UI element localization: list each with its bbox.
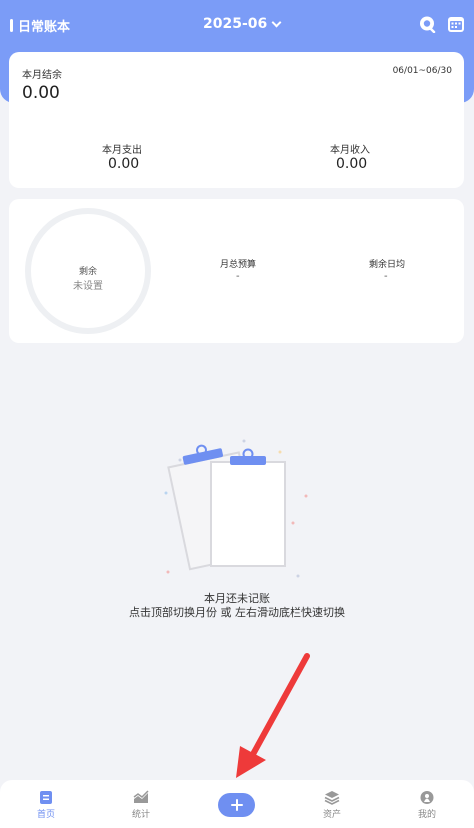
empty-clipboard-illustration (164, 439, 308, 578)
tab-stats-label: 统计 (131, 810, 150, 820)
total-budget-label: 月总预算 (220, 260, 257, 270)
date-range: 06/01~06/30 (392, 66, 452, 76)
book-name: 日常账本 (18, 20, 71, 35)
tab-assets-label: 资产 (322, 810, 341, 820)
expense-value: 0.00 (108, 156, 140, 172)
budget-card[interactable]: 剩余 未设置 月总预算 - 剩余日均 - (9, 199, 464, 343)
chart-icon (133, 790, 149, 803)
book-bar-icon (10, 19, 13, 32)
daily-average-value: - (384, 271, 388, 282)
daily-average-label: 剩余日均 (369, 260, 406, 270)
calendar-icon[interactable] (447, 15, 465, 33)
search-icon[interactable] (418, 15, 436, 33)
add-record-button[interactable] (218, 793, 255, 817)
remaining-value: 未设置 (73, 281, 103, 292)
tab-assets[interactable]: 资产 (302, 790, 362, 820)
red-arrow-annotation (236, 653, 310, 778)
layers-icon (324, 791, 340, 805)
empty-hint: 点击顶部切换月份 或 左右滑动底栏快速切换 (129, 606, 345, 619)
income-label: 本月收入 (330, 145, 370, 156)
income-value: 0.00 (336, 156, 368, 172)
balance-value: 0.00 (22, 83, 60, 103)
user-icon (420, 791, 434, 804)
tab-stats[interactable]: 统计 (111, 790, 171, 820)
month-selector[interactable]: 2025-06 (203, 16, 282, 32)
chevron-down-icon (271, 17, 282, 27)
expense-label: 本月支出 (102, 145, 142, 156)
top-bar: 日常账本 2025-06 (0, 0, 474, 50)
tab-home[interactable]: 首页 (16, 790, 76, 820)
summary-card[interactable]: 本月结余 0.00 06/01~06/30 本月支出 0.00 本月收入 0.0… (9, 52, 464, 188)
home-doc-icon (40, 791, 52, 804)
tab-home-label: 首页 (36, 810, 55, 820)
book-switcher[interactable]: 日常账本 (10, 16, 70, 35)
balance-label: 本月结余 (22, 70, 62, 81)
plus-icon (230, 799, 243, 811)
month-label: 2025-06 (203, 16, 268, 32)
remaining-label: 剩余 (78, 267, 97, 277)
total-budget-value: - (236, 271, 240, 282)
tab-mine-label: 我的 (417, 810, 436, 820)
tab-mine[interactable]: 我的 (397, 790, 457, 820)
budget-ring: 剩余 未设置 (25, 208, 151, 334)
